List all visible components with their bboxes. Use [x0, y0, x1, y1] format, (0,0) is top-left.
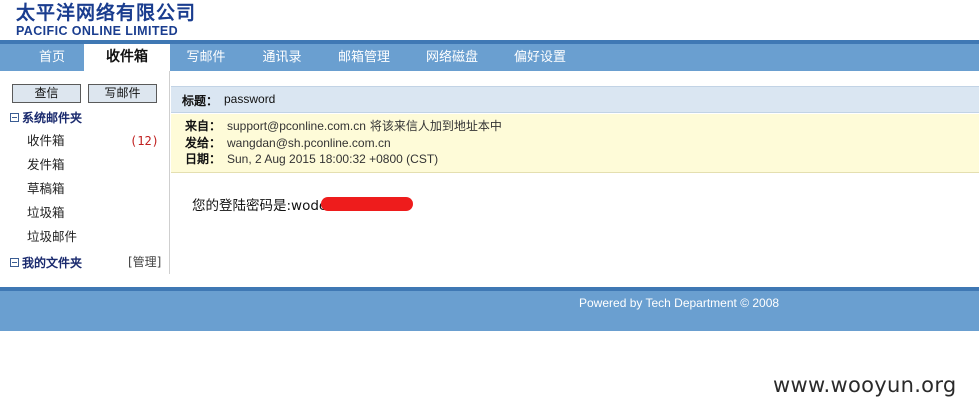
inbox-unread-count: (12)	[130, 134, 159, 148]
redaction-mark	[321, 197, 413, 211]
to-row: 发给： wangdan@sh.pconline.com.cn	[185, 135, 391, 151]
nav-preferences[interactable]: 偏好设置	[508, 44, 572, 71]
subject-bar: 标题： password	[171, 86, 979, 113]
footer: Powered by Tech Department © 2008	[0, 291, 979, 331]
to-label: 发给：	[185, 136, 222, 150]
folder-spam[interactable]: 垃圾邮件	[27, 228, 77, 246]
add-to-contacts-link[interactable]: 将该来信人加到地址本中	[370, 119, 502, 133]
date-label: 日期：	[185, 152, 222, 166]
folder-trash[interactable]: 垃圾箱	[27, 204, 65, 222]
logo-english-name: PACIFIC ONLINE LIMITED	[16, 24, 179, 38]
compose-button[interactable]: 写邮件	[88, 84, 157, 103]
to-address[interactable]: wangdan@sh.pconline.com.cn	[227, 136, 391, 150]
folder-sent[interactable]: 发件箱	[27, 156, 65, 174]
subject-label: 标题：	[182, 94, 219, 108]
system-folders-header[interactable]: 系统邮件夹	[10, 109, 82, 127]
date-row: 日期： Sun, 2 Aug 2015 18:00:32 +0800 (CST)	[185, 151, 438, 167]
my-folders-title: 我的文件夹	[22, 256, 83, 270]
logo-chinese-name: 太平洋网络有限公司	[16, 2, 197, 24]
nav-network-disk[interactable]: 网络磁盘	[420, 44, 484, 71]
folder-inbox[interactable]: 收件箱	[27, 132, 65, 150]
nav-contacts[interactable]: 通讯录	[256, 44, 308, 71]
subject-value: password	[224, 92, 276, 106]
watermark: www.wooyun.org	[773, 373, 957, 397]
from-address[interactable]: support@pconline.com.cn	[227, 119, 366, 133]
nav-compose[interactable]: 写邮件	[180, 44, 232, 71]
check-mail-button[interactable]: 查信	[12, 84, 81, 103]
mail-body: 您的登陆密码是:wode	[192, 198, 328, 214]
from-row: 来自： support@pconline.com.cn 将该来信人加到地址本中	[185, 118, 502, 134]
footer-credit: Powered by Tech Department © 2008	[579, 296, 780, 310]
date-value: Sun, 2 Aug 2015 18:00:32 +0800 (CST)	[227, 152, 439, 166]
collapse-icon[interactable]	[10, 258, 19, 267]
main-nav: 首页 收件箱 写邮件 通讯录 邮箱管理 网络磁盘 偏好设置	[0, 44, 979, 71]
collapse-icon[interactable]	[10, 113, 19, 122]
mail-headers: 来自： support@pconline.com.cn 将该来信人加到地址本中 发给…	[171, 114, 979, 173]
from-label: 来自：	[185, 119, 222, 133]
nav-home[interactable]: 首页	[28, 44, 76, 71]
manage-folders-link[interactable]: [管理]	[128, 253, 161, 271]
my-folders-header[interactable]: 我的文件夹	[10, 254, 82, 272]
nav-mailbox-settings[interactable]: 邮箱管理	[332, 44, 396, 71]
nav-inbox[interactable]: 收件箱	[84, 44, 170, 71]
company-logo: 太平洋网络有限公司 PACIFIC ONLINE LIMITED	[16, 2, 236, 40]
folder-drafts[interactable]: 草稿箱	[27, 180, 65, 198]
system-folders-title: 系统邮件夹	[22, 111, 83, 125]
